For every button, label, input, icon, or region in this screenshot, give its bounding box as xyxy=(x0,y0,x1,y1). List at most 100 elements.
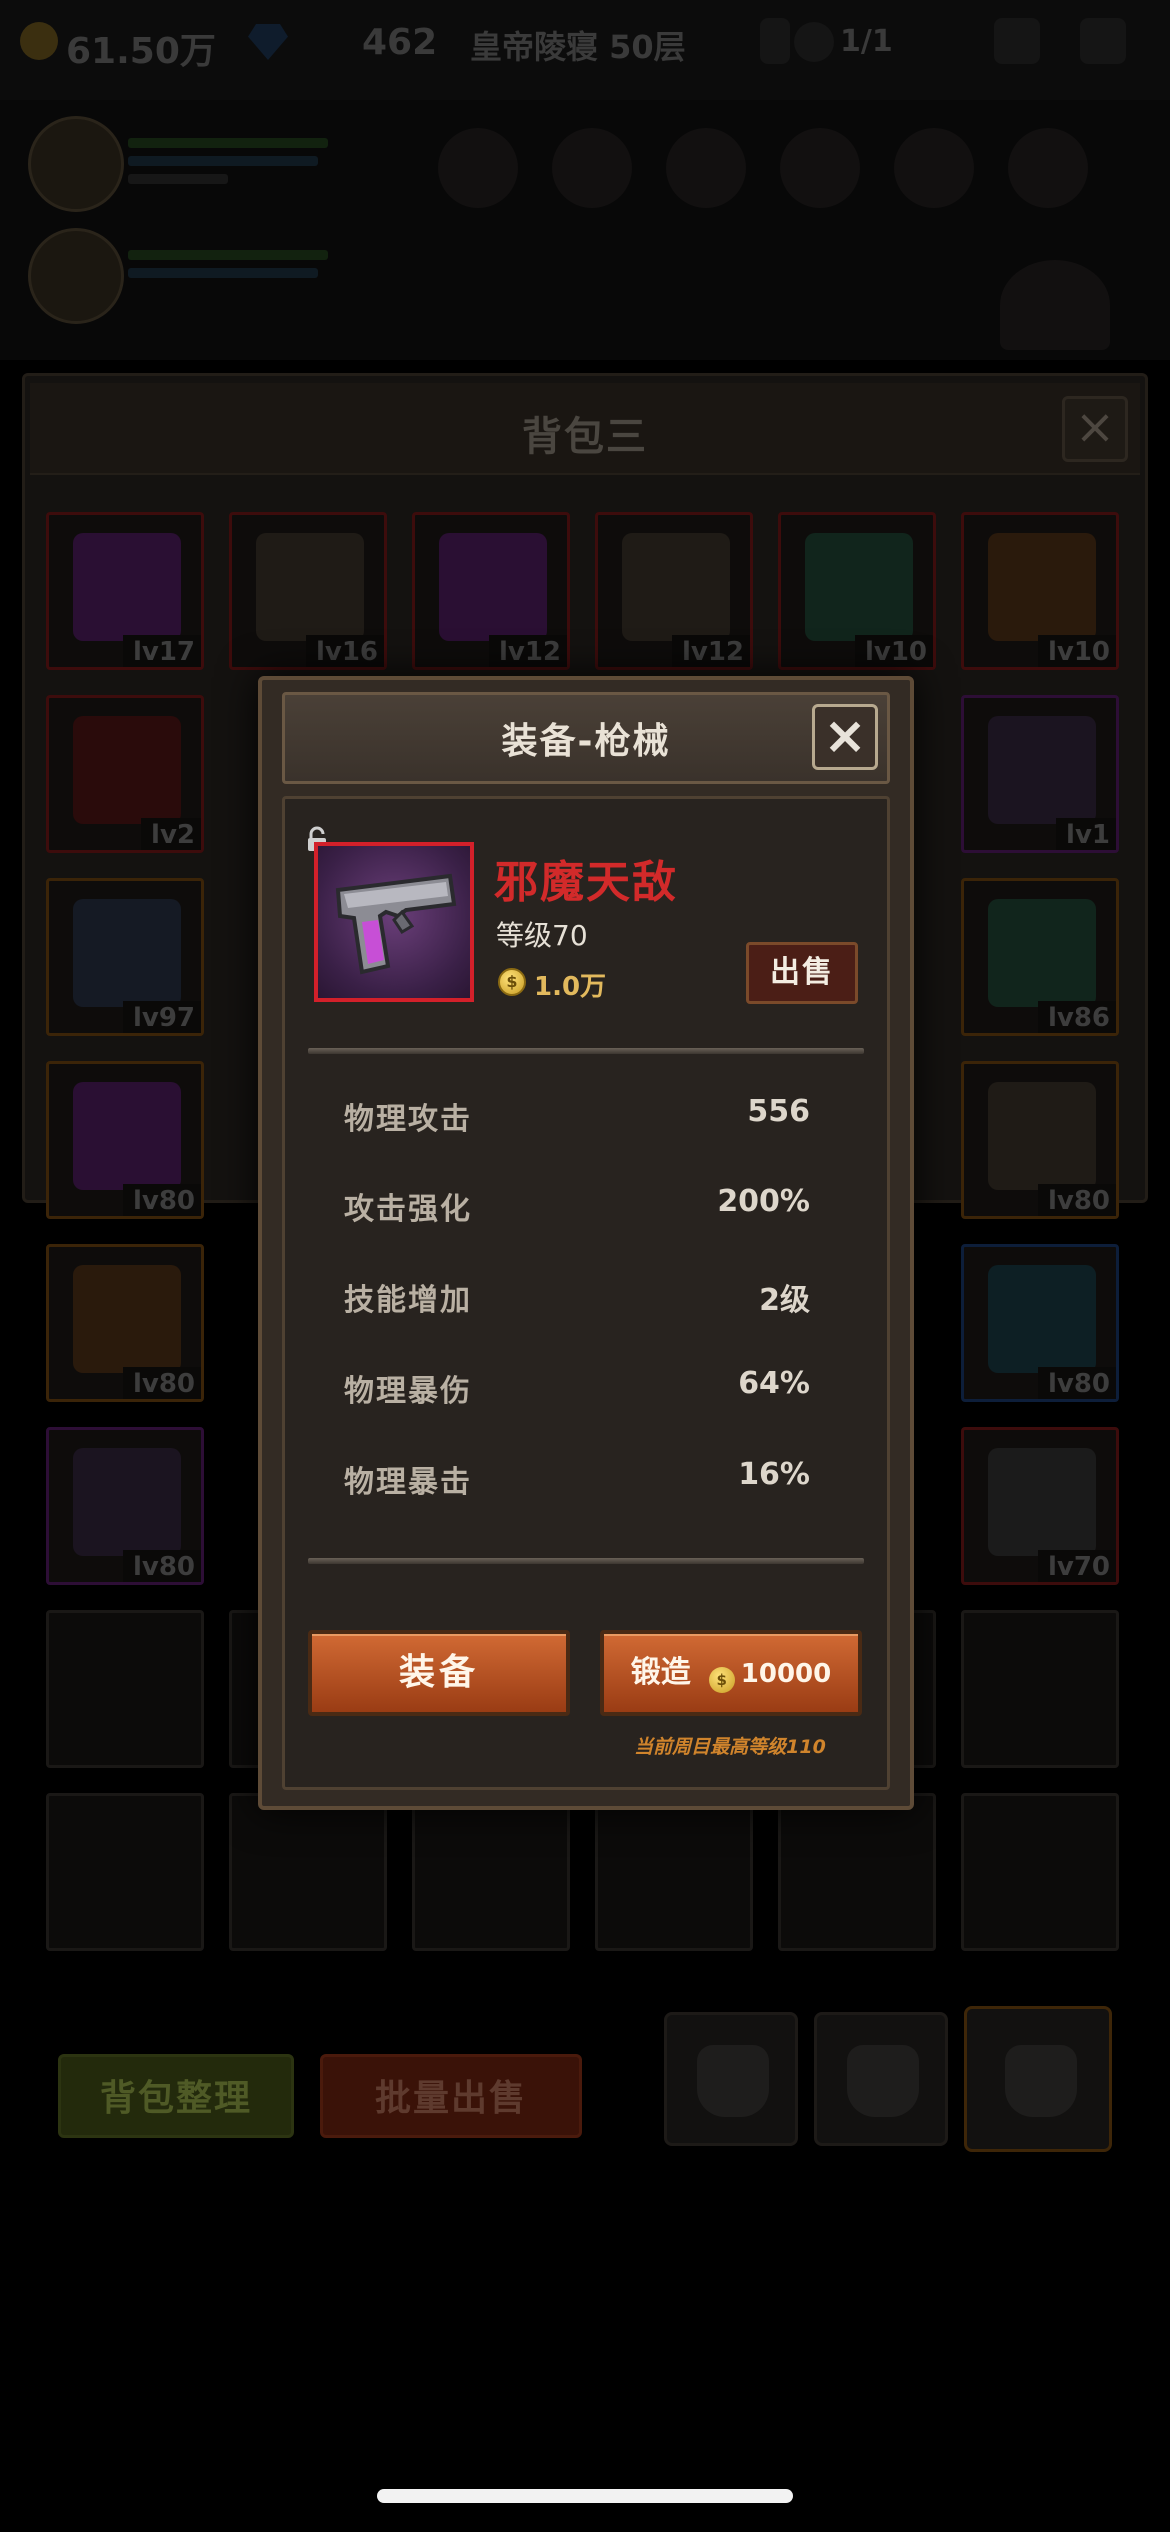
ring-icon xyxy=(988,899,1096,1007)
backpack-icon xyxy=(697,2045,769,2117)
inventory-slot[interactable]: lv2 xyxy=(46,695,204,853)
gift-icon[interactable] xyxy=(1080,18,1126,64)
inventory-slot[interactable]: lv80 xyxy=(46,1244,204,1402)
slot-level: lv12 xyxy=(488,635,567,667)
pistol-icon xyxy=(335,873,457,975)
slot-level: lv70 xyxy=(1037,1550,1116,1582)
hero-mp-bar xyxy=(128,156,318,166)
skill-slot-icon[interactable] xyxy=(438,128,518,208)
forge-cost: 10000 xyxy=(740,1659,832,1689)
forge-label: 锻造 xyxy=(630,1655,691,1690)
inventory-slot[interactable]: lv12 xyxy=(595,512,753,670)
gun-icon xyxy=(988,1448,1096,1556)
hero-xp-bar xyxy=(128,174,228,184)
divider xyxy=(308,1048,864,1054)
stat-name: 物理攻击 xyxy=(344,1102,472,1137)
backpack-tab-2[interactable] xyxy=(814,2012,948,2146)
ring-icon xyxy=(805,533,913,641)
slot-level: lv80 xyxy=(122,1184,201,1216)
stat-name: 物理暴击 xyxy=(344,1465,472,1500)
inventory-slot-empty[interactable] xyxy=(778,1793,936,1951)
inventory-slot[interactable]: lv80 xyxy=(961,1244,1119,1402)
help-icon[interactable] xyxy=(994,18,1040,64)
slot-level: lv80 xyxy=(1037,1184,1116,1216)
hero-avatar-2[interactable] xyxy=(28,228,124,324)
skill-slot-icon[interactable] xyxy=(894,128,974,208)
backpack-tab-1[interactable] xyxy=(664,2012,798,2146)
slot-level: lv16 xyxy=(305,635,384,667)
inventory-slot[interactable]: lv80 xyxy=(46,1061,204,1219)
inventory-slot-empty[interactable] xyxy=(46,1610,204,1768)
amulet-icon xyxy=(439,533,547,641)
armor-icon xyxy=(988,716,1096,824)
location-label: 皇帝陵寝 50层 xyxy=(470,28,686,66)
boss-portrait xyxy=(1000,260,1110,350)
sort-backpack-button[interactable]: 背包整理 xyxy=(58,2054,294,2138)
slot-level: lv86 xyxy=(1037,1001,1116,1033)
stat-value: 16% xyxy=(738,1457,810,1492)
item-icon-frame xyxy=(314,842,474,1002)
item-level: 等级70 xyxy=(496,919,588,952)
inventory-slot[interactable]: lv86 xyxy=(961,878,1119,1036)
hero-hp-bar xyxy=(128,138,328,148)
skill-slot-icon[interactable] xyxy=(780,128,860,208)
inventory-slot[interactable]: lv80 xyxy=(46,1427,204,1585)
bulk-sell-button[interactable]: 批量出售 xyxy=(320,2054,582,2138)
skill-slot-icon[interactable] xyxy=(552,128,632,208)
top-hud: 61.50万 462 皇帝陵寝 50层 1/1 xyxy=(0,0,1170,100)
home-indicator[interactable] xyxy=(377,2489,793,2503)
stat-value: 64% xyxy=(738,1366,810,1401)
skill-slot-icon[interactable] xyxy=(1008,128,1088,208)
gold-amount: 61.50万 xyxy=(66,31,216,72)
inventory-slot[interactable]: lv10 xyxy=(961,512,1119,670)
helmet-icon xyxy=(622,533,730,641)
inventory-slot[interactable]: lv1 xyxy=(961,695,1119,853)
inventory-slot[interactable]: lv70 xyxy=(961,1427,1119,1585)
inventory-slot-empty[interactable] xyxy=(961,1793,1119,1951)
inventory-slot[interactable]: lv97 xyxy=(46,878,204,1036)
gem-icon xyxy=(248,24,288,60)
sell-button[interactable]: 出售 xyxy=(746,942,858,1004)
forge-button[interactable]: 锻造 $10000 xyxy=(600,1630,862,1716)
armor-icon xyxy=(73,1448,181,1556)
equip-button[interactable]: 装备 xyxy=(308,1630,570,1716)
backpack-title: 背包三 xyxy=(522,414,648,460)
forge-level-note: 当前周目最高等级110 xyxy=(634,1736,826,1758)
hero-strip xyxy=(0,100,1170,360)
slot-level: lv97 xyxy=(122,1001,201,1033)
shield-icon xyxy=(988,533,1096,641)
slot-level: lv80 xyxy=(122,1550,201,1582)
slot-level: lv1 xyxy=(1056,818,1116,850)
slot-level: lv17 xyxy=(122,635,201,667)
amulet-icon xyxy=(73,1082,181,1190)
inventory-slot[interactable]: lv12 xyxy=(412,512,570,670)
modal-title: 装备-枪械 xyxy=(501,721,671,762)
inventory-slot[interactable]: lv16 xyxy=(229,512,387,670)
inventory-slot-empty[interactable] xyxy=(961,1610,1119,1768)
shield-icon xyxy=(73,1265,181,1373)
inventory-slot-empty[interactable] xyxy=(229,1793,387,1951)
hero-avatar[interactable] xyxy=(28,116,124,212)
backpack-icon xyxy=(1005,2045,1077,2117)
slot-level: lv10 xyxy=(1037,635,1116,667)
inventory-slot[interactable]: lv10 xyxy=(778,512,936,670)
stat-value: 556 xyxy=(747,1094,810,1129)
helmet-icon xyxy=(256,533,364,641)
skull-icon xyxy=(794,22,834,62)
gold-coin-icon xyxy=(20,22,58,60)
inventory-slot-empty[interactable] xyxy=(46,1793,204,1951)
amulet-icon xyxy=(73,533,181,641)
modal-close-button[interactable]: × xyxy=(812,704,878,770)
skill-slot-icon[interactable] xyxy=(666,128,746,208)
gauntlet-icon xyxy=(73,716,181,824)
backpack-tab-3[interactable] xyxy=(964,2006,1112,2152)
key-icon xyxy=(760,18,790,64)
inventory-slot-empty[interactable] xyxy=(412,1793,570,1951)
inventory-slot[interactable]: lv80 xyxy=(961,1061,1119,1219)
stat-name: 技能增加 xyxy=(344,1283,472,1318)
inventory-slot[interactable]: lv17 xyxy=(46,512,204,670)
inventory-slot-empty[interactable] xyxy=(595,1793,753,1951)
backpack-close-button[interactable]: × xyxy=(1062,396,1128,462)
slot-level: lv80 xyxy=(122,1367,201,1399)
stat-value: 200% xyxy=(717,1184,810,1219)
